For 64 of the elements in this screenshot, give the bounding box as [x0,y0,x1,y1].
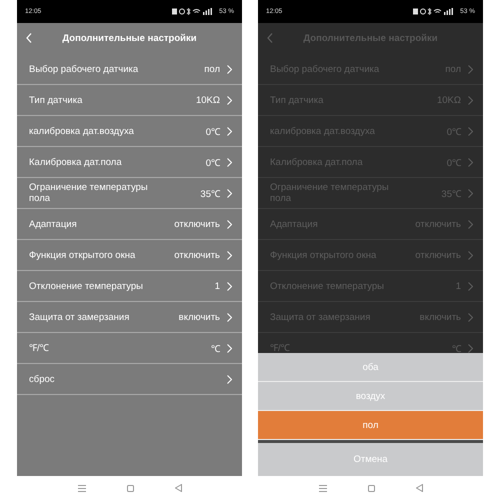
setting-label: ℉/℃ [29,342,49,354]
settings-row[interactable]: Калибровка дат.пола 0℃ [17,147,242,178]
chevron-right-icon [227,126,232,136]
setting-label: сброс [29,374,55,384]
chevron-right-icon [227,158,232,166]
chevron-right-icon [468,344,473,352]
chevron-right-icon [468,96,473,104]
setting-value: 0℃ [206,156,220,168]
setting-value: ℃ [452,342,461,354]
chevron-right-icon [227,188,232,198]
setting-label: Выбор рабочего датчика [29,64,138,74]
back-nav-icon[interactable] [174,484,182,492]
chevron-right-icon [468,282,473,290]
setting-value: включить [178,312,220,322]
settings-row[interactable]: Ограничение температуры пола 35℃ [17,178,242,209]
setting-label: Функция открытого окна [29,250,136,260]
chevron-right-icon [468,126,473,136]
back-nav-icon[interactable] [416,484,422,492]
setting-value: 0℃ [206,126,220,138]
home-icon[interactable] [368,484,374,492]
settings-row[interactable]: Отклонение температуры 1 [17,271,242,302]
setting-value: пол [204,64,220,74]
chevron-right-icon [227,312,232,322]
sheet-option[interactable]: пол [258,411,483,440]
setting-value: отключить [174,218,220,230]
chevron-right-icon [468,64,473,74]
setting-label: ℉/℃ [270,342,290,354]
chevron-right-icon [227,250,232,260]
setting-value: 35℃ [200,188,220,200]
settings-row[interactable]: Адаптация отключить [17,209,242,240]
chevron-right-icon [468,312,473,322]
settings-row[interactable]: Выбор рабочего датчика пол [17,54,242,85]
chevron-right-icon [468,220,473,228]
setting-label: Защита от замерзания [29,312,130,322]
setting-value: отключить [174,250,220,260]
settings-row[interactable]: ℉/℃ ℃ [17,333,242,364]
setting-label: Ограничение температуры пола [29,182,149,204]
back-icon[interactable] [267,33,273,43]
menu-icon[interactable] [78,484,86,492]
chevron-right-icon [468,158,473,166]
chevron-right-icon [468,250,473,260]
screen-title: Дополнительные настройки [62,33,197,44]
setting-value: 1 [214,280,220,292]
chevron-right-icon [227,374,232,384]
setting-value: 10KΩ [196,94,220,106]
settings-row[interactable]: Защита от замерзания включить [17,302,242,333]
settings-row[interactable]: сброс [17,364,242,395]
setting-label: калибровка дат.воздуха [29,126,134,136]
chevron-right-icon [227,64,232,74]
setting-label: Калибровка дат.пола [29,156,122,168]
setting-label: Отклонение температуры [29,280,143,292]
settings-row[interactable]: Функция открытого окна отключить [17,240,242,271]
chevron-right-icon [468,188,473,198]
settings-row[interactable]: Тип датчика 10KΩ [17,85,242,116]
setting-label: Адаптация [29,218,77,230]
chevron-right-icon [227,220,232,228]
chevron-right-icon [227,282,232,290]
home-icon[interactable] [126,484,134,492]
setting-value: ℃ [211,342,220,354]
settings-row[interactable]: калибровка дат.воздуха 0℃ [17,116,242,147]
chevron-right-icon [227,344,232,352]
menu-icon[interactable] [318,484,326,492]
chevron-right-icon [227,96,232,104]
setting-label: Тип датчика [29,94,82,106]
